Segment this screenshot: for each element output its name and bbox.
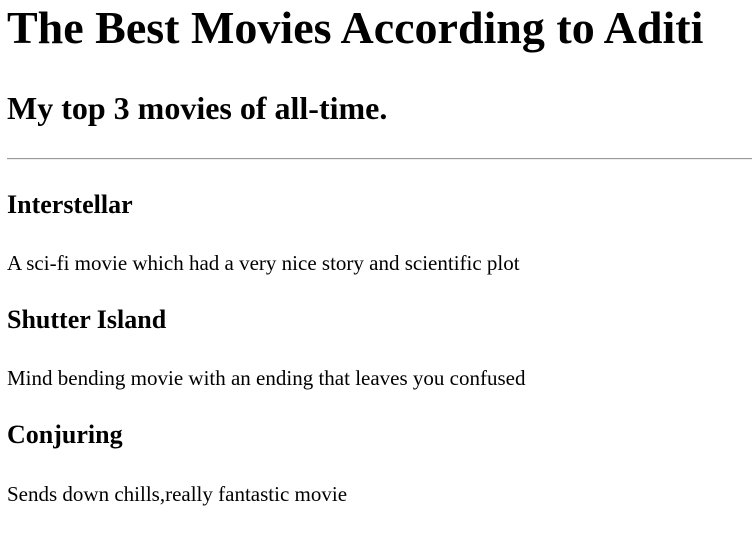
movie-title-interstellar: Interstellar [7,190,133,219]
movie-title-conjuring: Conjuring [7,420,123,449]
movie-description-conjuring: Sends down chills,really fantastic movie [7,482,348,506]
movie-description-shutter-island: Mind bending movie with an ending that l… [7,366,526,390]
page-content: The Best Movies According to Aditi My to… [0,0,752,550]
movie-title-shutter-island: Shutter Island [7,305,167,334]
page-title: The Best Movies According to Aditi [7,2,704,53]
horizontal-rule [7,158,752,160]
movie-description-interstellar: A sci-fi movie which had a very nice sto… [7,251,520,275]
page-subtitle: My top 3 movies of all-time. [7,90,388,126]
